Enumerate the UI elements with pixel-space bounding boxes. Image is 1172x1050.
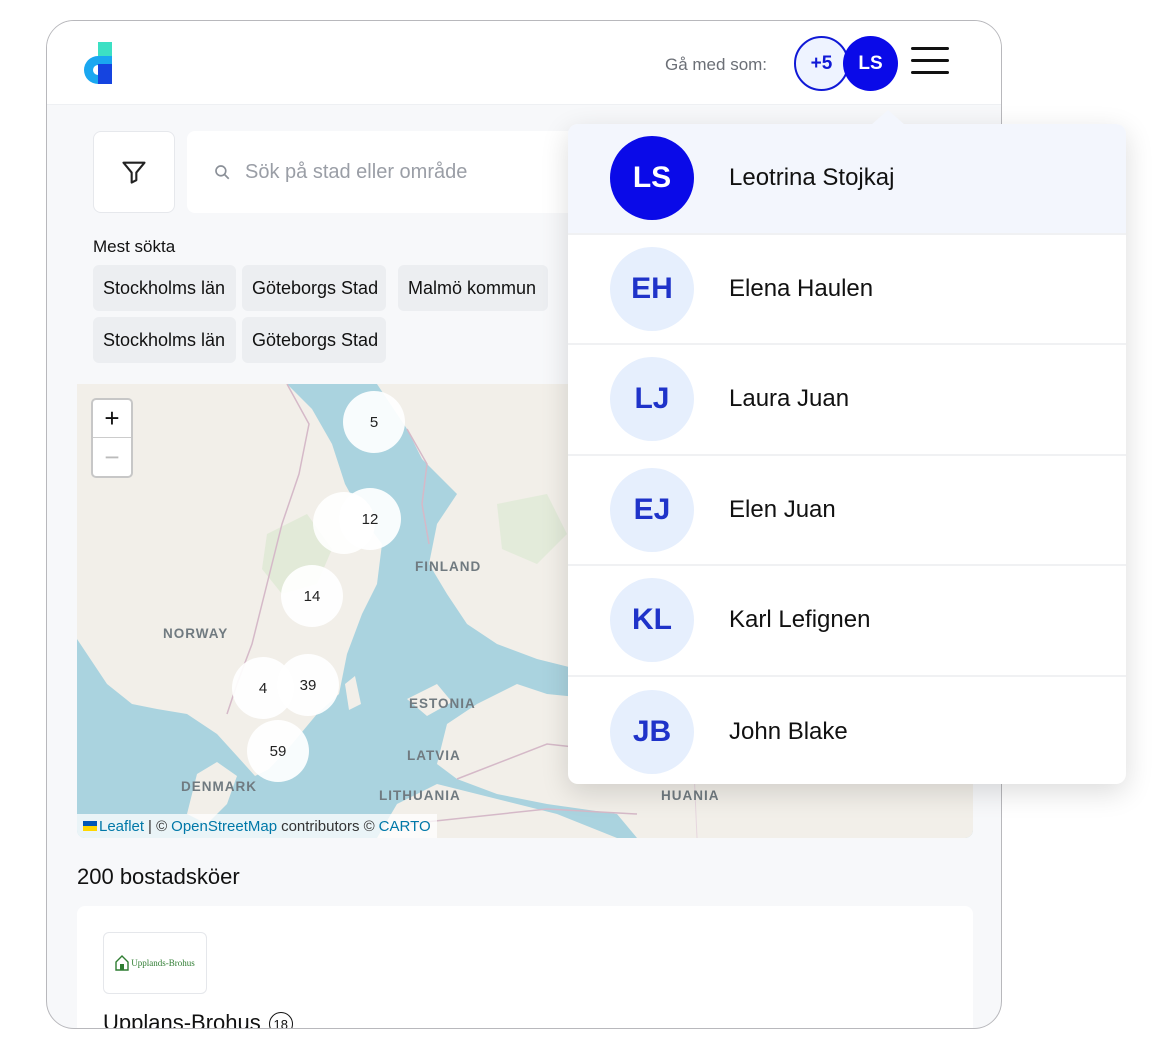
user-avatar: LJ [610,357,694,442]
openstreetmap-link[interactable]: OpenStreetMap [171,818,277,835]
map-cluster[interactable]: 14 [281,565,343,627]
user-avatar: JB [610,689,694,774]
organization-logo-text: Upplands-Brohus [131,958,195,968]
user-name: Karl Lefignen [729,606,871,634]
chip-goteborgs-stad[interactable]: Göteborgs Stad [242,317,386,363]
map-attribution: Leaflet | © OpenStreetMap contributors ©… [77,814,437,838]
map-cluster[interactable]: 59 [247,720,309,782]
chip-stockholms-lan[interactable]: Stockholms län [93,317,236,363]
user-name: Leotrina Stojkaj [729,164,895,192]
user-switcher-menu: LS Leotrina Stojkaj EH Elena Haulen LJ L… [568,110,1126,784]
user-option-elen-juan[interactable]: EJ Elen Juan [568,456,1126,566]
user-avatar: EJ [610,467,694,552]
map-label-estonia: ESTONIA [409,696,476,711]
chip-stockholms-lan[interactable]: Stockholms län [93,265,236,311]
map-label-latvia: LATVIA [407,748,461,763]
filter-icon [122,161,146,184]
user-name: Elen Juan [729,495,836,523]
zoom-out-button[interactable]: − [93,438,131,476]
house-icon [115,955,129,971]
user-name: Laura Juan [729,385,850,413]
menu-icon[interactable] [911,47,949,77]
user-avatar: KL [610,578,694,663]
results-count: 200 bostadsköer [77,864,240,889]
user-avatar: LS [610,136,694,221]
most-searched-label: Mest sökta [93,237,176,256]
more-users-avatar[interactable]: +5 [794,36,849,91]
map-cluster[interactable]: 12 [339,488,401,550]
user-name: John Blake [729,717,848,745]
user-option-karl-lefignen[interactable]: KL Karl Lefignen [568,566,1126,677]
search-icon [215,165,230,180]
map-label-lithuania: LITHUANIA [379,788,461,803]
zoom-control: + − [91,398,133,478]
attribution-contributors: contributors © [281,817,375,835]
map-label-partial: HUANIA [661,788,720,803]
result-title-text: Upplans-Brohus [103,1010,261,1029]
attribution-separator: | © [148,817,168,835]
zoom-in-button[interactable]: + [93,400,131,438]
filter-button[interactable] [93,131,175,213]
map-cluster[interactable]: 5 [343,391,405,453]
map-label-finland: FINLAND [415,559,482,574]
top-bar: Gå med som: +5 LS [47,21,1001,105]
user-avatar: EH [610,246,694,331]
result-card[interactable]: Upplands-Brohus Upplans-Brohus 18 [77,906,973,1029]
user-option-laura-juan[interactable]: LJ Laura Juan [568,345,1126,456]
map-cluster[interactable]: 39 [277,654,339,716]
age-limit-badge: 18 [268,1012,293,1028]
map-label-norway: NORWAY [163,626,229,641]
organization-logo: Upplands-Brohus [103,932,207,994]
current-user-avatar[interactable]: LS [843,36,898,91]
join-as-label: Gå med som: [665,55,768,74]
chip-malmo-kommun[interactable]: Malmö kommun [398,265,548,311]
map-label-denmark: DENMARK [181,779,257,794]
result-title: Upplans-Brohus 18 [103,1010,293,1029]
user-option-john-blake[interactable]: JB John Blake [568,677,1126,788]
user-option-leotrina-stojkaj[interactable]: LS Leotrina Stojkaj [568,124,1126,235]
leaflet-link[interactable]: Leaflet [99,818,144,835]
chip-goteborgs-stad[interactable]: Göteborgs Stad [242,265,386,311]
user-option-elena-haulen[interactable]: EH Elena Haulen [568,235,1126,345]
app-logo[interactable] [80,42,116,84]
user-name: Elena Haulen [729,274,874,302]
carto-link[interactable]: CARTO [379,818,431,835]
ukraine-flag-icon [83,821,97,831]
